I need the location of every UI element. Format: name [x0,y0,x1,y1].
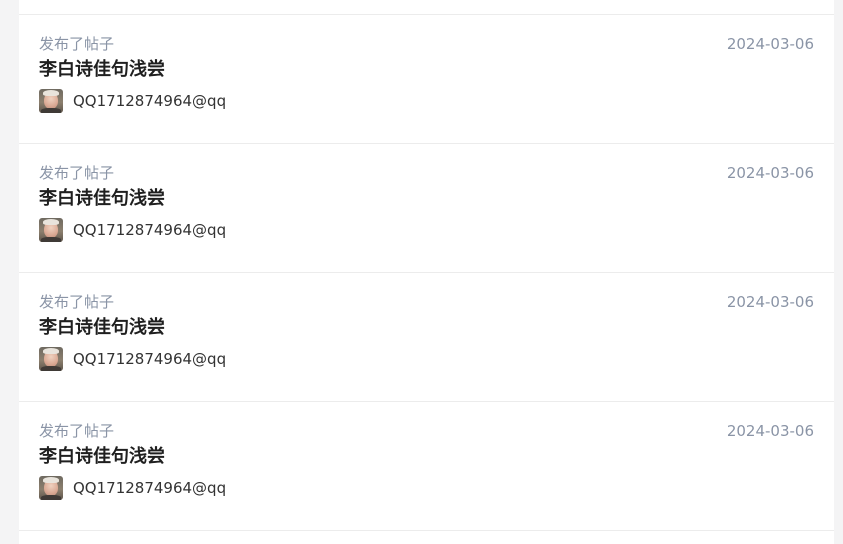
activity-date: 2024-03-06 [726,35,814,53]
author-name: QQ1712874964@qq [73,350,227,368]
author-link[interactable]: QQ1712874964@qq [39,347,226,371]
activity-date: 2024-03-06 [726,293,814,311]
activity-action-text: 发布了帖子 [39,422,115,440]
author-link[interactable]: QQ1712874964@qq [39,89,226,113]
activity-item: 发布了帖子 2024-03-06 李白诗佳句浅尝 QQ1712874964@qq [19,273,834,401]
activity-action-text: 发布了帖子 [39,35,115,53]
activity-feed: 发布了帖子 2024-03-06 李白诗佳句浅尝 QQ1712874964@qq… [19,0,834,544]
author-name: QQ1712874964@qq [73,92,227,110]
post-title-link[interactable]: 李白诗佳句浅尝 [39,317,165,339]
user-avatar-icon [39,476,63,500]
author-name: QQ1712874964@qq [73,479,227,497]
user-avatar-icon [39,89,63,113]
activity-item: 发布了帖子 2024-03-06 李白诗佳句浅尝 QQ1712874964@qq [19,15,834,143]
user-avatar-icon [39,218,63,242]
post-title-link[interactable]: 李白诗佳句浅尝 [39,59,165,81]
activity-date: 2024-03-06 [726,164,814,182]
activity-item: 发布了帖子 2024-03-06 李白诗佳句浅尝 QQ1712874964@qq [19,144,834,272]
activity-action-text: 发布了帖子 [39,164,115,182]
author-link[interactable]: QQ1712874964@qq [39,476,226,500]
divider [19,530,834,531]
activity-action-text: 发布了帖子 [39,293,115,311]
user-avatar-icon [39,347,63,371]
author-name: QQ1712874964@qq [73,221,227,239]
activity-date: 2024-03-06 [726,422,814,440]
post-title-link[interactable]: 李白诗佳句浅尝 [39,446,165,468]
author-link[interactable]: QQ1712874964@qq [39,218,226,242]
post-title-link[interactable]: 李白诗佳句浅尝 [39,188,165,210]
activity-item: 发布了帖子 2024-03-06 李白诗佳句浅尝 QQ1712874964@qq [19,402,834,530]
